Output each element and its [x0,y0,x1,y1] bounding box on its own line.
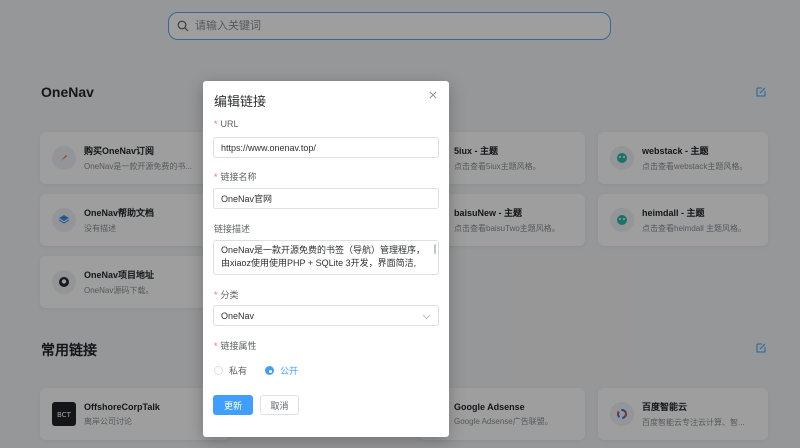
desc-label: 链接描述 [214,224,251,234]
required-mark: * [214,172,218,182]
cancel-button[interactable]: 取消 [260,395,299,415]
category-select[interactable]: OneNav [213,305,439,326]
required-mark: * [214,290,218,300]
name-value: OneNav官网 [221,194,273,204]
chevron-down-icon [422,314,431,320]
desc-textarea[interactable]: OneNav是一款开源免费的书签（导航）管理程序，由xiaoz使用使用PHP +… [213,240,439,275]
category-label: * 分类 [214,290,239,300]
required-mark: * [214,341,218,351]
url-label: * URL [214,119,239,129]
update-button[interactable]: 更新 [213,395,253,415]
desc-value: OneNav是一款开源免费的书签（导航）管理程序，由xiaoz使用使用PHP +… [221,245,426,268]
radio-private[interactable]: 私有 [214,364,247,377]
url-field[interactable]: https://www.onenav.top/ [213,137,439,158]
radio-public[interactable]: 公开 [265,364,298,377]
radio-circle-checked [265,366,274,375]
textarea-scrollbar[interactable] [434,244,436,254]
name-field[interactable]: OneNav官网 [213,188,439,209]
name-label: * 链接名称 [214,172,257,182]
edit-link-dialog: 编辑链接 * URL https://www.onenav.top/ * 链接名称 … [203,81,449,437]
category-value: OneNav [221,310,255,321]
radio-private-label: 私有 [229,366,248,376]
close-icon[interactable] [427,89,439,101]
attr-label: * 链接属性 [214,341,257,351]
url-value: https://www.onenav.top/ [221,142,316,153]
required-mark: * [214,119,218,129]
dialog-title: 编辑链接 [214,94,267,109]
radio-public-label: 公开 [280,366,299,376]
radio-circle [214,366,223,375]
